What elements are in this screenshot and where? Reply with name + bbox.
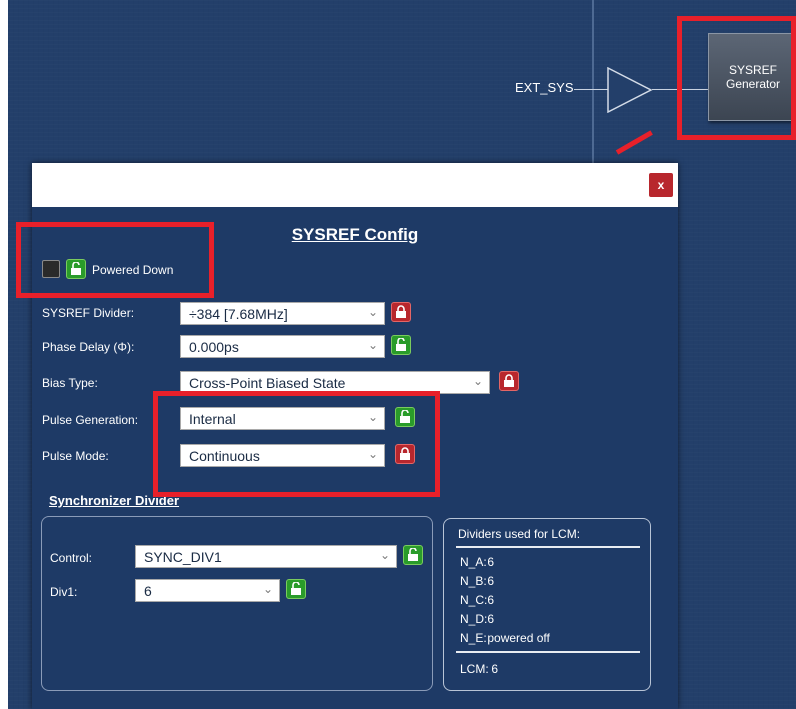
lcm-row: N_E: powered off (460, 631, 550, 645)
lock-closed-icon[interactable] (499, 371, 519, 391)
lcm-title: Dividers used for LCM: (458, 527, 581, 541)
control-label: Control: (50, 551, 93, 565)
lcm-row: N_B: 6 (460, 574, 494, 588)
lcm-key: N_B: (460, 574, 487, 588)
ext-sys-label: EXT_SYS (515, 80, 574, 95)
control-select[interactable]: SYNC_DIV1 ⌄ (135, 545, 397, 568)
lcm-value: 6 (487, 593, 495, 607)
highlight-pulse-settings (153, 391, 440, 497)
lcm-rule-top (456, 546, 640, 548)
lcm-value: 6 (487, 612, 495, 626)
lcm-rule-bottom (456, 651, 640, 653)
lcm-value: 6 (487, 574, 495, 588)
sysref-divider-value: ÷384 [7.68MHz] (189, 306, 288, 322)
phase-delay-label: Phase Delay (Φ): (42, 340, 135, 354)
lock-open-icon[interactable] (403, 545, 423, 565)
div1-select[interactable]: 6 ⌄ (135, 579, 280, 602)
pulse-generation-label: Pulse Generation: (42, 413, 139, 427)
lcm-value: powered off (487, 631, 550, 645)
lock-closed-icon[interactable] (391, 302, 411, 322)
lcm-key: N_E: (460, 631, 487, 645)
bias-type-value: Cross-Point Biased State (189, 375, 346, 391)
lcm-result-value: 6 (491, 662, 499, 676)
lcm-row: N_D: 6 (460, 612, 494, 626)
sysref-divider-label: SYSREF Divider: (42, 306, 135, 320)
chevron-down-icon: ⌄ (367, 338, 378, 352)
sysref-divider-select[interactable]: ÷384 [7.68MHz] ⌄ (180, 302, 385, 325)
close-button[interactable]: x (649, 173, 673, 197)
lock-open-icon[interactable] (286, 579, 306, 599)
input-wire (574, 89, 609, 90)
lcm-key: N_C: (460, 593, 488, 607)
chevron-down-icon: ⌄ (367, 305, 378, 319)
div1-value: 6 (144, 583, 152, 599)
lcm-row: N_A: 6 (460, 555, 494, 569)
lcm-panel: Dividers used for LCM: N_A: 6 N_B: 6 N_C… (443, 518, 651, 691)
chevron-down-icon: ⌄ (472, 374, 483, 388)
bias-type-label: Bias Type: (42, 376, 98, 390)
phase-delay-value: 0.000ps (189, 339, 239, 355)
lcm-key: N_A: (460, 555, 487, 569)
lcm-result-key: LCM: (460, 662, 489, 676)
control-value: SYNC_DIV1 (144, 549, 222, 565)
div1-label: Div1: (50, 585, 78, 599)
chevron-down-icon: ⌄ (262, 582, 273, 596)
highlight-powered-down (16, 222, 214, 298)
dialog-titlebar (32, 163, 678, 207)
lcm-result-row: LCM: 6 (460, 662, 498, 676)
buffer-icon (607, 67, 653, 113)
lcm-key: N_D: (460, 612, 488, 626)
highlight-sysref-block (677, 16, 796, 140)
chevron-down-icon: ⌄ (379, 548, 390, 562)
lock-open-icon[interactable] (391, 335, 411, 355)
phase-delay-select[interactable]: 0.000ps ⌄ (180, 335, 385, 358)
synchronizer-group: Control: SYNC_DIV1 ⌄ Div1: 6 ⌄ (41, 516, 433, 691)
lcm-row: N_C: 6 (460, 593, 494, 607)
lcm-value: 6 (487, 555, 495, 569)
pulse-mode-label: Pulse Mode: (42, 449, 109, 463)
